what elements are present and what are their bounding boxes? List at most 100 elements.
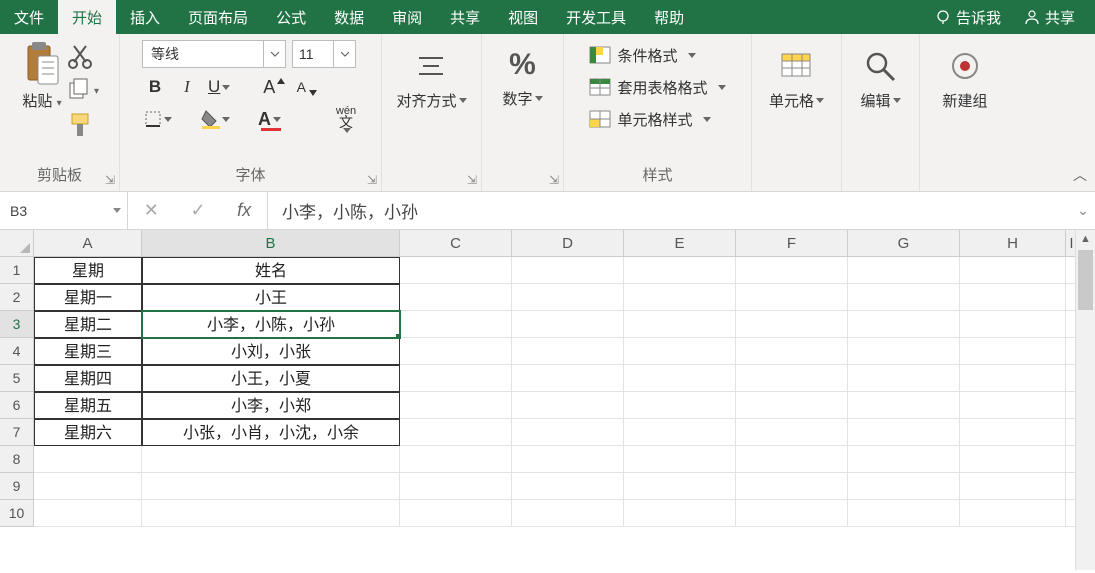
format-painter-icon[interactable] <box>68 112 94 138</box>
cut-icon[interactable] <box>68 44 94 70</box>
cell[interactable] <box>848 446 960 473</box>
spreadsheet-grid[interactable]: A B C D E F G H I 1 2 3 4 5 6 7 8 9 10 星… <box>0 230 1095 570</box>
cell[interactable] <box>848 257 960 284</box>
cell[interactable] <box>960 419 1066 446</box>
row-header[interactable]: 7 <box>0 419 34 446</box>
cell[interactable] <box>624 473 736 500</box>
tab-file[interactable]: 文件 <box>0 0 58 36</box>
chevron-down-icon[interactable] <box>113 208 121 213</box>
cell[interactable] <box>512 257 624 284</box>
cell[interactable] <box>512 419 624 446</box>
cell[interactable]: 小张，小肖，小沈，小余 <box>142 419 400 446</box>
col-header[interactable]: G <box>848 230 960 257</box>
row-header[interactable]: 6 <box>0 392 34 419</box>
cell[interactable] <box>960 284 1066 311</box>
cell[interactable] <box>624 311 736 338</box>
cell[interactable] <box>34 446 142 473</box>
col-header[interactable]: E <box>624 230 736 257</box>
tab-home[interactable]: 开始 <box>58 0 116 36</box>
tab-help[interactable]: 帮助 <box>640 0 698 36</box>
cell[interactable] <box>960 473 1066 500</box>
cell[interactable] <box>736 284 848 311</box>
cell[interactable]: 星期六 <box>34 419 142 446</box>
cell[interactable] <box>512 365 624 392</box>
col-header[interactable]: F <box>736 230 848 257</box>
col-header[interactable]: D <box>512 230 624 257</box>
scroll-thumb[interactable] <box>1078 250 1093 310</box>
cell[interactable] <box>512 338 624 365</box>
cell[interactable] <box>400 500 512 527</box>
cell[interactable] <box>736 419 848 446</box>
cell[interactable] <box>400 338 512 365</box>
cell[interactable] <box>960 500 1066 527</box>
col-header[interactable]: A <box>34 230 142 257</box>
paste-button[interactable]: 粘贴 ▾ <box>22 90 61 111</box>
row-header[interactable]: 9 <box>0 473 34 500</box>
cell[interactable] <box>400 419 512 446</box>
cell[interactable] <box>736 446 848 473</box>
row-header[interactable]: 1 <box>0 257 34 284</box>
cell[interactable] <box>848 311 960 338</box>
cell[interactable] <box>34 500 142 527</box>
increase-font-button[interactable]: A <box>256 74 282 100</box>
vertical-scrollbar[interactable]: ▲ <box>1075 230 1095 570</box>
cell[interactable] <box>960 446 1066 473</box>
scroll-up-icon[interactable]: ▲ <box>1076 230 1095 248</box>
expand-formula-bar-icon[interactable]: ⌄ <box>1071 202 1095 219</box>
cell[interactable] <box>624 338 736 365</box>
tab-share[interactable]: 共享 <box>436 0 494 36</box>
cell[interactable] <box>736 365 848 392</box>
row-header[interactable]: 5 <box>0 365 34 392</box>
cell[interactable]: 星期二 <box>34 311 142 338</box>
tab-formulas[interactable]: 公式 <box>262 0 320 36</box>
cell[interactable] <box>848 392 960 419</box>
underline-button[interactable]: U <box>206 74 232 100</box>
bold-button[interactable]: B <box>142 74 168 100</box>
tab-data[interactable]: 数据 <box>320 0 378 36</box>
cell[interactable] <box>512 500 624 527</box>
cell[interactable] <box>736 473 848 500</box>
font-name-combo[interactable]: 等线 <box>142 40 286 68</box>
cell[interactable]: 小刘，小张 <box>142 338 400 365</box>
cell[interactable] <box>736 500 848 527</box>
tell-me-button[interactable]: 告诉我 <box>926 7 1009 28</box>
cell[interactable]: 小王，小夏 <box>142 365 400 392</box>
cell[interactable] <box>736 311 848 338</box>
cell[interactable] <box>400 365 512 392</box>
cell[interactable]: 姓名 <box>142 257 400 284</box>
cell[interactable] <box>960 338 1066 365</box>
name-box[interactable]: B3 <box>0 192 128 230</box>
cell[interactable] <box>400 473 512 500</box>
cell-selected[interactable]: 小李，小陈，小孙 <box>142 311 400 338</box>
col-header[interactable]: C <box>400 230 512 257</box>
cells-button[interactable]: 单元格 <box>769 40 824 111</box>
editing-button[interactable]: 编辑 <box>860 40 900 111</box>
cell[interactable] <box>960 365 1066 392</box>
copy-icon[interactable] <box>68 78 94 104</box>
col-header[interactable]: B <box>142 230 400 257</box>
paste-icon[interactable] <box>20 40 64 90</box>
decrease-font-button[interactable]: A <box>288 74 314 100</box>
confirm-edit-icon[interactable]: ✓ <box>190 200 205 221</box>
cell[interactable] <box>624 446 736 473</box>
cell[interactable] <box>848 419 960 446</box>
cell[interactable] <box>34 473 142 500</box>
cell[interactable] <box>624 500 736 527</box>
alignment-button[interactable]: 对齐方式 <box>396 40 466 111</box>
cell[interactable]: 小李，小郑 <box>142 392 400 419</box>
conditional-formatting-button[interactable]: 条件格式 <box>589 44 725 66</box>
formula-input[interactable]: 小李，小陈，小孙 <box>268 198 1071 223</box>
cell[interactable] <box>142 446 400 473</box>
tab-developer[interactable]: 开发工具 <box>552 0 640 36</box>
italic-button[interactable]: I <box>174 74 200 100</box>
cell[interactable] <box>736 257 848 284</box>
cell[interactable] <box>736 338 848 365</box>
cell[interactable] <box>848 473 960 500</box>
cell[interactable] <box>960 257 1066 284</box>
collapse-ribbon-icon[interactable]: ︿ <box>1073 165 1087 185</box>
row-header[interactable]: 10 <box>0 500 34 527</box>
select-all-corner[interactable] <box>0 230 34 257</box>
cell[interactable] <box>512 473 624 500</box>
cell[interactable] <box>848 365 960 392</box>
cell[interactable] <box>848 338 960 365</box>
